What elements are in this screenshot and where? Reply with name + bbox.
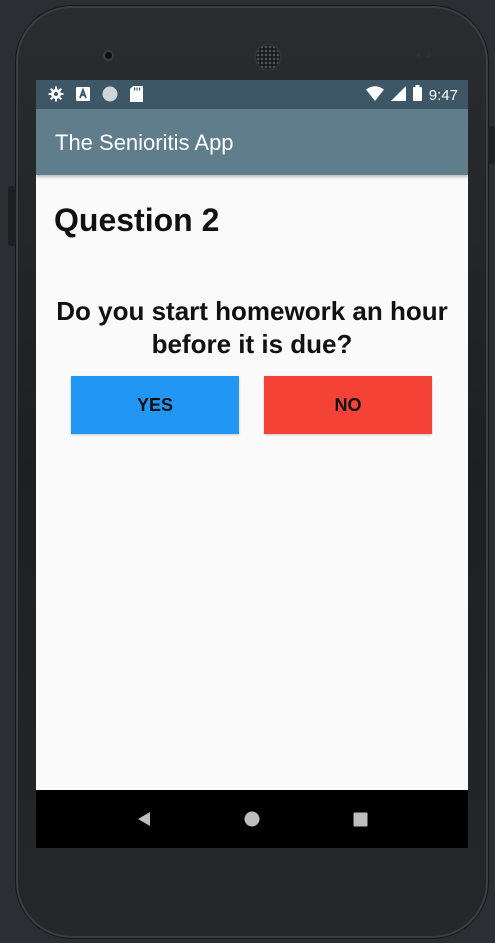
status-system: 9:47: [365, 85, 458, 106]
status-bar: 9:47: [36, 80, 468, 109]
wifi-icon: [365, 85, 384, 106]
status-clock: 9:47: [428, 86, 458, 104]
signal-icon: [390, 85, 406, 106]
status-notifications: [48, 86, 143, 107]
sd-card-icon: [130, 86, 143, 107]
app-title: The Senioritis App: [55, 130, 234, 155]
battery-icon: [412, 85, 422, 106]
home-icon[interactable]: [243, 810, 261, 828]
device-screen: 9:47 The Senioritis App Question 2 Do yo…: [36, 80, 468, 848]
volume-button: [8, 186, 16, 246]
question-number: Question 2: [54, 202, 220, 238]
yes-button[interactable]: YES: [71, 376, 239, 434]
front-camera: [103, 50, 114, 61]
question-text: Do you start homework an hour before it …: [56, 296, 448, 359]
no-button[interactable]: NO: [264, 376, 432, 434]
settings-icon: [48, 86, 64, 107]
earpiece-speaker: [256, 45, 280, 69]
app-bar: The Senioritis App: [36, 109, 468, 175]
proximity-sensor: [414, 52, 434, 58]
power-button: [488, 126, 495, 164]
a-notification-icon: [76, 87, 90, 106]
back-icon[interactable]: [135, 810, 153, 828]
circle-icon: [102, 86, 118, 107]
recents-icon[interactable]: [351, 810, 369, 828]
navigation-bar: [36, 790, 468, 848]
